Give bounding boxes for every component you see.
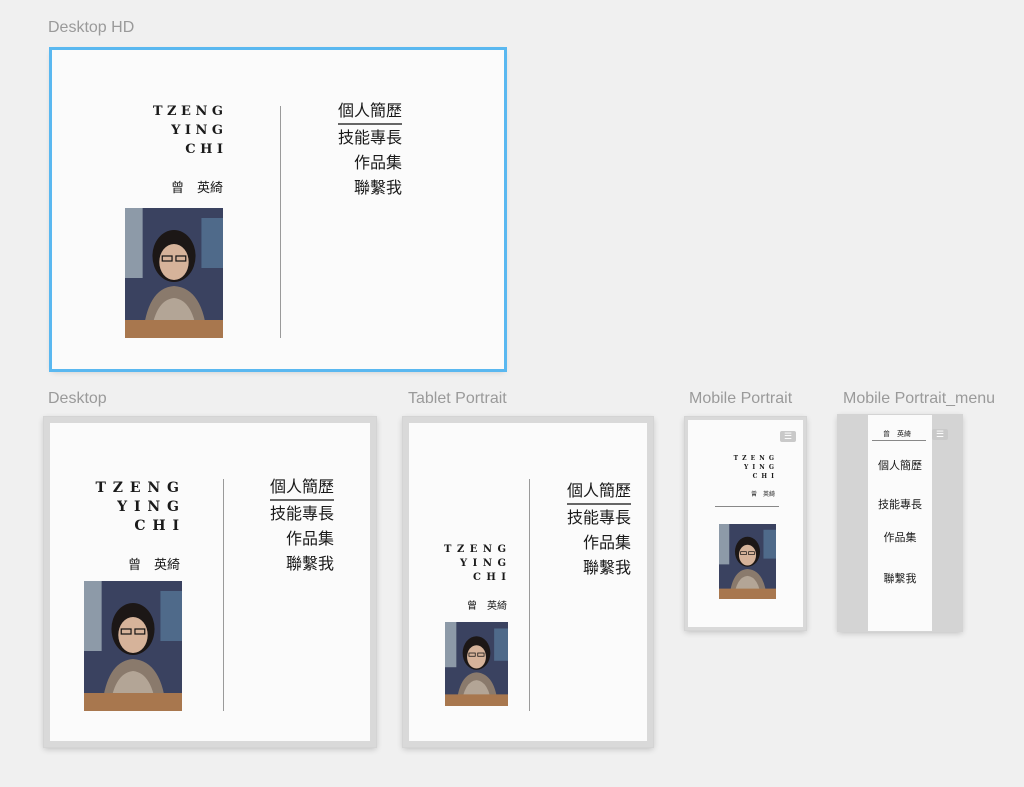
portrait-photo-icon: [84, 581, 182, 711]
name-english: T Z E N G Y I N G C H I: [95, 479, 180, 536]
name-chinese: 曾 英綺: [127, 558, 180, 573]
hamburger-icon[interactable]: ☰: [780, 431, 796, 442]
nav-item-skills[interactable]: 技能專長: [868, 496, 932, 512]
artboard-label-desktop-hd[interactable]: Desktop HD: [48, 19, 134, 37]
artboard-mobile-portrait[interactable]: ☰ T Z E N G Y I N G C H I 曾 英綺: [685, 417, 806, 630]
name-line: T Z E N G: [733, 455, 775, 462]
name-line: T Z E N G: [95, 480, 180, 496]
name-chinese: 曾 英綺: [883, 430, 911, 438]
nav-item-resume[interactable]: 個人簡歷: [566, 478, 631, 505]
nav-item-portfolio[interactable]: 作品集: [338, 150, 402, 175]
nav-item-contact[interactable]: 聯繫我: [567, 555, 631, 580]
nav-item-resume[interactable]: 個人簡歷: [269, 474, 334, 501]
name-line: T Z E N G: [444, 544, 507, 555]
nav-item-skills[interactable]: 技能專長: [338, 125, 402, 150]
menu-panel: 曾 英綺 個人簡歷 技能專長 作品集 聯繫我: [868, 415, 932, 631]
artboard-mobile-portrait-menu[interactable]: 曾 英綺 個人簡歷 技能專長 作品集 聯繫我 ☰: [838, 415, 962, 631]
profile-photo: [84, 581, 182, 711]
name-english: T Z E N G Y I N G C H I: [444, 543, 507, 585]
nav-item-portfolio[interactable]: 作品集: [567, 530, 631, 555]
nav-item-skills[interactable]: 技能專長: [567, 505, 631, 530]
name-chinese: 曾 英綺: [750, 491, 775, 498]
divider-vertical: [529, 479, 530, 711]
profile-photo: [719, 524, 776, 599]
name-english: T Z E N G Y I N G C H I: [153, 102, 223, 159]
nav-item-contact[interactable]: 聯繫我: [270, 551, 334, 576]
name-line: Y I N G: [460, 558, 507, 569]
name-english: T Z E N G Y I N G C H I: [734, 454, 775, 481]
name-line: C H I: [185, 142, 223, 157]
nav-item-contact[interactable]: 聯繫我: [338, 175, 402, 200]
main-nav: 個人簡歷 技能專長 作品集 聯繫我: [566, 478, 631, 580]
name-line: T Z E N G: [152, 104, 223, 119]
mobile-nav: 個人簡歷 技能專長 作品集 聯繫我: [868, 457, 932, 586]
artboard-tablet-portrait[interactable]: T Z E N G Y I N G C H I 曾 英綺 個人簡歷 技能專長 作…: [403, 417, 653, 747]
nav-item-portfolio[interactable]: 作品集: [868, 529, 932, 545]
divider-vertical: [280, 106, 281, 338]
profile-photo: [445, 622, 508, 706]
divider-horizontal: [715, 506, 779, 507]
main-nav: 個人簡歷 技能專長 作品集 聯繫我: [337, 98, 402, 200]
artboard-desktop[interactable]: T Z E N G Y I N G C H I 曾 英綺 個人簡歷 技能專長 作…: [44, 417, 376, 747]
hamburger-icon[interactable]: ☰: [932, 429, 948, 440]
main-nav: 個人簡歷 技能專長 作品集 聯繫我: [269, 474, 334, 576]
nav-item-resume[interactable]: 個人簡歷: [868, 457, 932, 473]
name-line: Y I N G: [171, 123, 223, 138]
name-line: C H I: [134, 518, 180, 534]
artboard-label-mobile-portrait-menu[interactable]: Mobile Portrait_menu: [843, 390, 995, 408]
divider-horizontal: [872, 440, 926, 441]
name-chinese: 曾 英綺: [467, 601, 507, 612]
artboard-label-mobile-portrait[interactable]: Mobile Portrait: [689, 390, 792, 408]
artboard-label-tablet-portrait[interactable]: Tablet Portrait: [408, 390, 507, 408]
portrait-photo-icon: [125, 208, 223, 338]
name-line: Y I N G: [117, 499, 180, 515]
name-chinese: 曾 英綺: [170, 181, 223, 196]
artboard-label-desktop[interactable]: Desktop: [48, 390, 107, 408]
profile-photo: [125, 208, 223, 338]
nav-item-portfolio[interactable]: 作品集: [270, 526, 334, 551]
name-line: C H I: [472, 572, 507, 583]
artboard-desktop-hd[interactable]: T Z E N G Y I N G C H I 曾 英綺 個人簡歷 技能專長 作…: [49, 47, 507, 372]
portrait-photo-icon: [719, 524, 776, 599]
name-line: Y I N G: [744, 464, 775, 471]
name-line: C H I: [752, 473, 775, 480]
divider-vertical: [223, 479, 224, 711]
nav-item-contact[interactable]: 聯繫我: [868, 570, 932, 586]
nav-item-resume[interactable]: 個人簡歷: [337, 98, 402, 125]
nav-item-skills[interactable]: 技能專長: [270, 501, 334, 526]
portrait-photo-icon: [445, 622, 508, 706]
